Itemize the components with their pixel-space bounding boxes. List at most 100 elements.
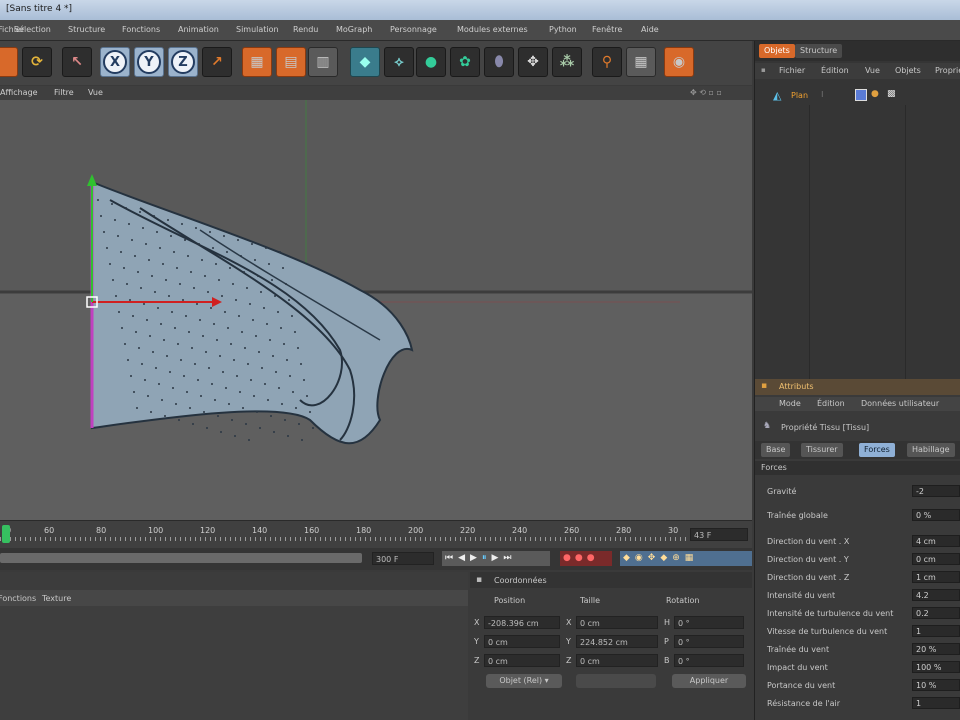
tab-base[interactable]: Base (761, 443, 791, 457)
playhead[interactable] (2, 525, 10, 543)
objects-menu-proprietes[interactable]: Propriétés (935, 66, 960, 75)
current-frame-field[interactable]: 300 F (372, 552, 434, 565)
spline-pen-icon[interactable]: ⟡ (384, 47, 414, 77)
environment-icon[interactable]: ⁂ (552, 47, 582, 77)
objects-menu-vue[interactable]: Vue (865, 66, 880, 75)
tab-forces[interactable]: Forces (859, 443, 895, 457)
prop-field-vent-y[interactable]: 0 cm (912, 553, 960, 565)
array-icon[interactable]: ✿ (450, 47, 480, 77)
materials-area[interactable] (0, 606, 468, 720)
prop-field-trainee-vent[interactable]: 20 % (912, 643, 960, 655)
render-picture-viewer-icon[interactable]: ▤ (276, 47, 306, 77)
object-row-plan[interactable]: ◭ Plan ⁝ ● ▩ (755, 87, 960, 105)
end-frame-field[interactable]: 43 F (690, 528, 748, 541)
rotation-b-field[interactable]: 0 ° (674, 654, 744, 667)
viewport-nav-icons[interactable]: ✥ ⟲ ▫ ▫ (690, 88, 722, 97)
size-z-field[interactable]: 0 cm (576, 654, 658, 667)
camera-icon[interactable]: ⚲ (592, 47, 622, 77)
viewport-menu-affichage[interactable]: Affichage (0, 88, 38, 97)
transport-controls[interactable]: ⏮◀▶⏸▶⏭ (442, 551, 550, 566)
objects-menu-objets[interactable]: Objets (895, 66, 921, 75)
tab-tissurer[interactable]: Tissurer (801, 443, 843, 457)
nurbs-icon[interactable]: ● (416, 47, 446, 77)
tab-structure[interactable]: Structure (795, 44, 843, 58)
menu-item-simulation[interactable]: Simulation (236, 25, 279, 34)
prop-field-trainee-globale[interactable]: 0 % (912, 509, 960, 521)
timeline-ruler[interactable]: 0 60 80 100 120 140 160 180 200 220 240 … (0, 520, 752, 549)
size-y-field[interactable]: 224.852 cm (576, 635, 658, 648)
phong-tag-icon[interactable]: ● (871, 89, 879, 99)
attributes-manager: ▪ Attributs Mode Édition Données utilisa… (755, 379, 960, 720)
prop-field-vitesse-turbulence[interactable]: 1 (912, 625, 960, 637)
attributes-menu-user-data[interactable]: Données utilisateur (861, 399, 939, 408)
coordinates-grip-icon: ▪ (476, 575, 483, 585)
menu-item-fonctions[interactable]: Fonctions (122, 25, 160, 34)
key-mode-buttons[interactable]: ◆◉✥◆⊕▦ (620, 551, 752, 566)
cloth-mesh-point (155, 367, 157, 369)
attributes-title: Attributs (779, 382, 814, 391)
position-y-field[interactable]: 0 cm (484, 635, 560, 648)
menu-item-animation[interactable]: Animation (178, 25, 219, 34)
rotation-p-field[interactable]: 0 ° (674, 635, 744, 648)
menu-item-aide[interactable]: Aide (641, 25, 659, 34)
undo-icon[interactable] (0, 47, 18, 77)
position-x-field[interactable]: -208.396 cm (484, 616, 560, 629)
materials-tab-fonctions[interactable]: Fonctions (0, 594, 36, 603)
object-name[interactable]: Plan (791, 91, 808, 100)
cloth-mesh-point (235, 299, 237, 301)
record-icon[interactable]: ◉ (664, 47, 694, 77)
coordinate-mode-select[interactable]: Objet (Rel) ▾ (486, 674, 562, 688)
redo-icon[interactable]: ⟳ (22, 47, 52, 77)
menu-item-modules-externes[interactable]: Modules externes (457, 25, 528, 34)
cube-primitive-icon[interactable]: ◆ (350, 47, 380, 77)
menu-item-personnage[interactable]: Personnage (390, 25, 437, 34)
prop-field-vent-x[interactable]: 4 cm (912, 535, 960, 547)
visibility-dots-icon[interactable]: ⁝ (821, 90, 824, 99)
x-axis-lock-button[interactable]: X (100, 47, 130, 77)
attributes-menu-mode[interactable]: Mode (779, 399, 801, 408)
light-icon[interactable]: ▦ (626, 47, 656, 77)
prop-field-resistance-air[interactable]: 1 (912, 697, 960, 709)
render-view-icon[interactable]: ▦ (242, 47, 272, 77)
deformer-icon[interactable]: ⬮ (484, 47, 514, 77)
attributes-menu-edition[interactable]: Édition (817, 399, 845, 408)
select-arrow-icon[interactable]: ↖ (62, 47, 92, 77)
preview-range-slider[interactable] (0, 553, 362, 563)
size-x-field[interactable]: 0 cm (576, 616, 658, 629)
checker-tag-icon[interactable]: ▩ (887, 89, 896, 99)
play-icon[interactable]: ⏸ (482, 553, 492, 563)
menu-item-mograph[interactable]: MoGraph (336, 25, 372, 34)
y-axis-lock-button[interactable]: Y (134, 47, 164, 77)
menu-item-rendu[interactable]: Rendu (293, 25, 318, 34)
render-settings-icon[interactable]: ▥ (308, 47, 338, 77)
scene-icon[interactable]: ✥ (518, 47, 548, 77)
z-axis-lock-button[interactable]: Z (168, 47, 198, 77)
menu-item-python[interactable]: Python (549, 25, 577, 34)
materials-tab-texture[interactable]: Texture (42, 594, 71, 603)
apply-button[interactable]: Appliquer (672, 674, 746, 688)
tab-habillage[interactable]: Habillage (907, 443, 955, 457)
menu-item-fenetre[interactable]: Fenêtre (592, 25, 622, 34)
menu-item-structure[interactable]: Structure (68, 25, 105, 34)
position-z-field[interactable]: 0 cm (484, 654, 560, 667)
prop-field-impact-vent[interactable]: 100 % (912, 661, 960, 673)
menu-item-selection[interactable]: Sélection (14, 25, 51, 34)
prop-field-portance-vent[interactable]: 10 % (912, 679, 960, 691)
viewport-menu-vue[interactable]: Vue (88, 88, 103, 97)
coordinate-system-icon[interactable]: ↗ (202, 47, 232, 77)
size-mode-select[interactable] (576, 674, 656, 688)
record-keys-buttons[interactable]: ●●● (560, 551, 612, 566)
cloth-tag-icon[interactable] (855, 89, 867, 101)
objects-menu-fichier[interactable]: Fichier (779, 66, 805, 75)
cloth-mesh-point (232, 283, 234, 285)
viewport-menu-filtre[interactable]: Filtre (54, 88, 74, 97)
tab-objets[interactable]: Objets (759, 44, 795, 58)
rotation-h-field[interactable]: 0 ° (674, 616, 744, 629)
prop-field-gravite[interactable]: -2 (912, 485, 960, 497)
prop-field-vent-z[interactable]: 1 cm (912, 571, 960, 583)
viewport-3d[interactable] (0, 100, 752, 520)
prop-field-intensite-vent[interactable]: 4.2 (912, 589, 960, 601)
prop-field-intensite-turbulence[interactable]: 0.2 (912, 607, 960, 619)
cloth-mesh-point (125, 207, 127, 209)
objects-menu-edition[interactable]: Édition (821, 66, 849, 75)
